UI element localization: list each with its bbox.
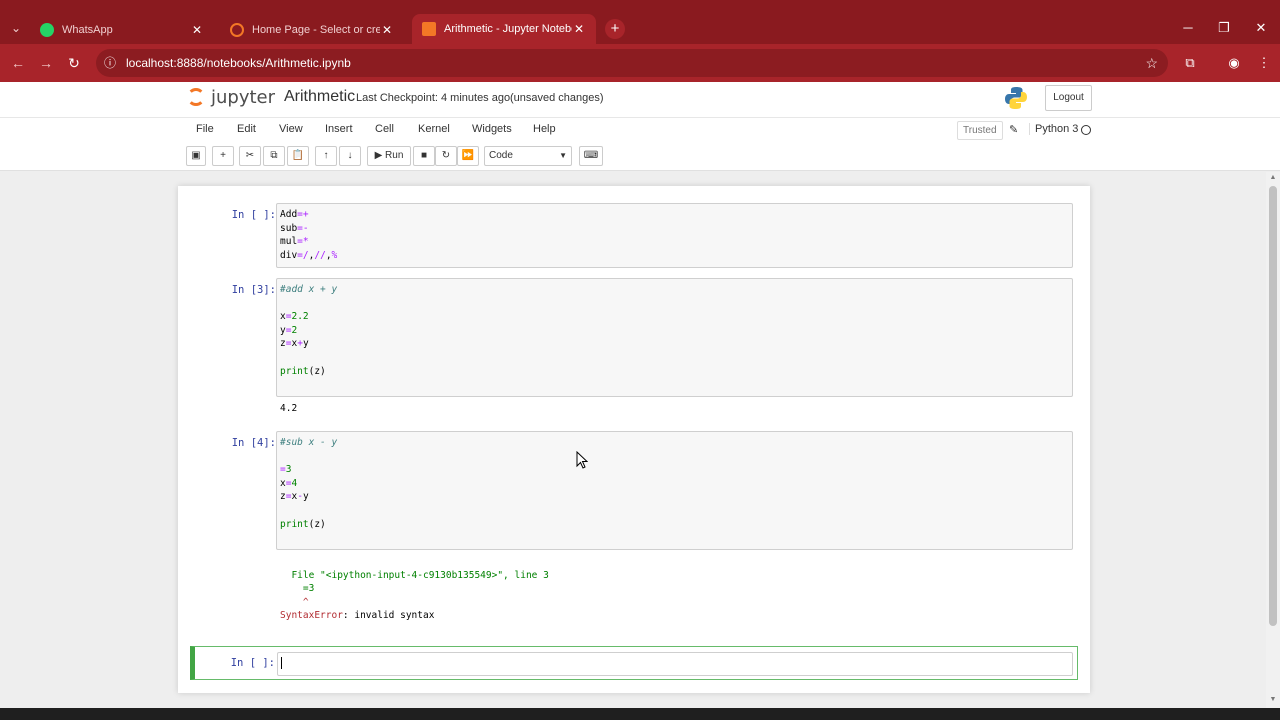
menubar: File Edit View Insert Cell Kernel Widget…: [0, 117, 1280, 143]
url-text: localhost:8888/notebooks/Arithmetic.ipyn…: [126, 56, 351, 70]
jupyter-logo[interactable]: jupyter: [187, 87, 275, 108]
text-cursor: [281, 657, 282, 669]
whatsapp-icon: [40, 23, 54, 37]
menu-file[interactable]: File: [196, 123, 214, 135]
bookmark-star-icon[interactable]: ☆: [1145, 49, 1158, 77]
restore-icon[interactable]: ❐: [1212, 18, 1236, 38]
reload-icon[interactable]: ↻: [64, 53, 84, 73]
logout-button[interactable]: Logout: [1045, 85, 1092, 111]
run-button[interactable]: ▶ Run: [367, 146, 411, 166]
paste-icon[interactable]: 📋: [287, 146, 309, 166]
move-up-icon[interactable]: ↑: [315, 146, 337, 166]
copy-icon[interactable]: ⧉: [263, 146, 285, 166]
close-window-icon[interactable]: ✕: [1249, 18, 1273, 38]
back-icon[interactable]: ←: [8, 53, 28, 73]
tab-title: WhatsApp: [62, 24, 113, 36]
menu-view[interactable]: View: [279, 123, 303, 135]
browser-tab-bar: ⌄ WhatsApp ✕ Home Page - Select or creat…: [0, 0, 1280, 44]
scroll-down-icon[interactable]: ▼: [1268, 696, 1278, 703]
restart-icon[interactable]: ↻: [435, 146, 457, 166]
error-caret: ^: [280, 596, 309, 608]
close-icon[interactable]: ✕: [572, 22, 586, 36]
notebook-area: In [ ]: Add=+ sub=- mul=* div=/,//,% In …: [0, 172, 1266, 708]
menu-widgets[interactable]: Widgets: [472, 123, 512, 135]
python-logo-icon: [1005, 87, 1027, 109]
tab-search-icon[interactable]: ⌄: [6, 18, 26, 38]
url-input[interactable]: ⓘ localhost:8888/notebooks/Arithmetic.ip…: [96, 49, 1168, 77]
cell-input[interactable]: #sub x - y =3 x=4 z=x-y print(z): [276, 431, 1073, 550]
notebook-icon: [422, 22, 436, 36]
scrollbar-thumb[interactable]: [1269, 186, 1277, 626]
jupyter-icon: [230, 23, 244, 37]
menu-insert[interactable]: Insert: [325, 123, 353, 135]
mouse-pointer-icon: [576, 451, 588, 469]
scroll-up-icon[interactable]: ▲: [1268, 174, 1278, 181]
extensions-icon[interactable]: ⧉: [1180, 53, 1200, 73]
tab-arithmetic[interactable]: Arithmetic - Jupyter Notebook ✕: [412, 14, 596, 44]
cell-prompt: In [ ]:: [230, 657, 275, 669]
tab-title: Arithmetic - Jupyter Notebook: [444, 23, 572, 35]
selected-code-cell[interactable]: In [ ]:: [190, 646, 1078, 680]
error-name: SyntaxError: [280, 610, 343, 622]
scrollbar[interactable]: ▲ ▼: [1266, 172, 1280, 708]
menu-icon[interactable]: ⋮: [1254, 53, 1274, 73]
logo-text: jupyter: [211, 87, 276, 108]
error-message: : invalid syntax: [342, 610, 435, 622]
forward-icon[interactable]: →: [36, 53, 56, 73]
cell-prompt: In [4]:: [231, 437, 276, 449]
cut-icon[interactable]: ✂: [239, 146, 261, 166]
tab-title: Home Page - Select or create a: [252, 24, 380, 36]
profile-icon[interactable]: ◉: [1224, 53, 1244, 73]
run-label: Run: [385, 150, 404, 161]
cell-input[interactable]: #add x + y x=2.2 y=2 z=x+y print(z): [276, 278, 1073, 397]
cell-input-active[interactable]: [277, 652, 1073, 676]
insert-cell-icon[interactable]: +: [212, 146, 234, 166]
address-bar: ← → ↻ ⓘ localhost:8888/notebooks/Arithme…: [0, 44, 1280, 82]
info-icon[interactable]: ⓘ: [104, 49, 118, 77]
error-file-line: File "<ipython-input-4-c9130b135549>", l…: [280, 569, 549, 581]
save-icon[interactable]: ▣: [186, 146, 206, 166]
cell-type-value: Code: [489, 150, 513, 161]
jupyter-ring-icon: [187, 88, 205, 106]
menu-edit[interactable]: Edit: [237, 123, 256, 135]
tab-home-page[interactable]: Home Page - Select or create a ✕: [220, 16, 404, 44]
jupyter-header: jupyter Arithmetic Last Checkpoint: 4 mi…: [0, 82, 1280, 117]
kernel-idle-icon: [1081, 125, 1091, 135]
interrupt-icon[interactable]: ■: [413, 146, 435, 166]
cell-input[interactable]: Add=+ sub=- mul=* div=/,//,%: [276, 203, 1073, 268]
trusted-badge[interactable]: Trusted: [957, 121, 1003, 140]
cell-prompt: In [ ]:: [231, 209, 276, 221]
toolbar: ▣ + ✂ ⧉ 📋 ↑ ↓ ▶ Run ■ ↻ ⏩ Code ▼ ⌨: [0, 143, 1280, 171]
edit-pencil-icon[interactable]: ✎: [1009, 123, 1018, 136]
cell-prompt: In [3]:: [231, 284, 276, 296]
notebook-container: In [ ]: Add=+ sub=- mul=* div=/,//,% In …: [178, 186, 1090, 693]
menu-help[interactable]: Help: [533, 123, 556, 135]
checkpoint-status: Last Checkpoint: 4 minutes ago: [356, 92, 511, 104]
restart-run-all-icon[interactable]: ⏩: [457, 146, 479, 166]
close-icon[interactable]: ✕: [380, 23, 394, 37]
error-code-line: =3: [280, 583, 315, 595]
keyboard-icon[interactable]: ⌨: [579, 146, 603, 166]
cell-type-select[interactable]: Code ▼: [484, 146, 572, 166]
minimize-icon[interactable]: ─: [1176, 18, 1200, 38]
tab-whatsapp[interactable]: WhatsApp ✕: [30, 16, 214, 44]
close-icon[interactable]: ✕: [190, 23, 204, 37]
cell-output: 4.2: [280, 403, 298, 414]
menu-cell[interactable]: Cell: [375, 123, 394, 135]
kernel-name[interactable]: Python 3: [1029, 123, 1078, 135]
notebook-name[interactable]: Arithmetic: [284, 88, 355, 106]
new-tab-button[interactable]: +: [605, 19, 625, 39]
menu-kernel[interactable]: Kernel: [418, 123, 450, 135]
move-down-icon[interactable]: ↓: [339, 146, 361, 166]
taskbar-strip: [0, 708, 1280, 720]
unsaved-status: (unsaved changes): [510, 92, 604, 104]
error-output: File "<ipython-input-4-c9130b135549>", l…: [280, 555, 549, 623]
chevron-down-icon: ▼: [559, 151, 567, 160]
